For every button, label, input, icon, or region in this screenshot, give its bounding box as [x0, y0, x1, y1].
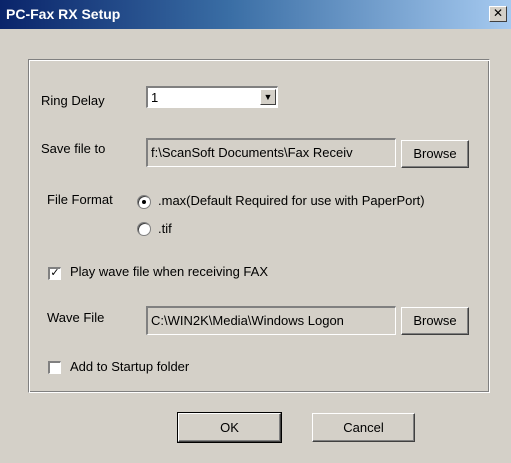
browse-button-label: Browse — [413, 313, 457, 328]
cancel-button[interactable]: Cancel — [312, 413, 415, 442]
ok-button-label: OK — [220, 420, 239, 435]
format-max-radio[interactable] — [137, 195, 151, 209]
play-wave-label: Play wave file when receiving FAX — [70, 264, 268, 279]
close-icon: ✕ — [492, 6, 504, 20]
wave-file-field[interactable]: C:\WIN2K\Media\Windows Logon — [146, 306, 396, 335]
format-max-label: .max(Default Required for use with Paper… — [158, 193, 425, 208]
dialog-window: PC-Fax RX Setup ✕ Ring Delay 1 ▼ Save fi… — [0, 0, 511, 463]
close-button[interactable]: ✕ — [489, 6, 507, 22]
save-file-field[interactable]: f:\ScanSoft Documents\Fax Receiv — [146, 138, 396, 167]
wave-file-value: C:\WIN2K\Media\Windows Logon — [151, 313, 344, 328]
startup-label: Add to Startup folder — [70, 359, 190, 374]
file-format-label: File Format — [47, 192, 113, 207]
window-title: PC-Fax RX Setup — [6, 6, 121, 22]
ring-delay-select[interactable]: 1 ▼ — [146, 86, 278, 108]
ring-delay-value: 1 — [151, 90, 159, 105]
save-file-label: Save file to — [41, 141, 106, 156]
settings-group-box — [28, 59, 490, 393]
format-tif-radio[interactable] — [137, 222, 151, 236]
save-file-browse-button[interactable]: Browse — [401, 140, 469, 168]
browse-button-label: Browse — [413, 146, 457, 161]
chevron-down-icon[interactable]: ▼ — [260, 89, 276, 105]
wave-file-browse-button[interactable]: Browse — [401, 307, 469, 335]
play-wave-checkbox[interactable]: ✓ — [48, 267, 61, 280]
ok-button[interactable]: OK — [177, 412, 282, 443]
wave-file-label: Wave File — [47, 310, 105, 325]
ring-delay-label: Ring Delay — [41, 93, 105, 108]
format-tif-label: .tif — [158, 221, 172, 236]
cancel-button-label: Cancel — [343, 420, 384, 435]
startup-checkbox[interactable] — [48, 361, 61, 374]
save-file-value: f:\ScanSoft Documents\Fax Receiv — [151, 145, 353, 160]
title-bar[interactable]: PC-Fax RX Setup ✕ — [0, 0, 511, 29]
